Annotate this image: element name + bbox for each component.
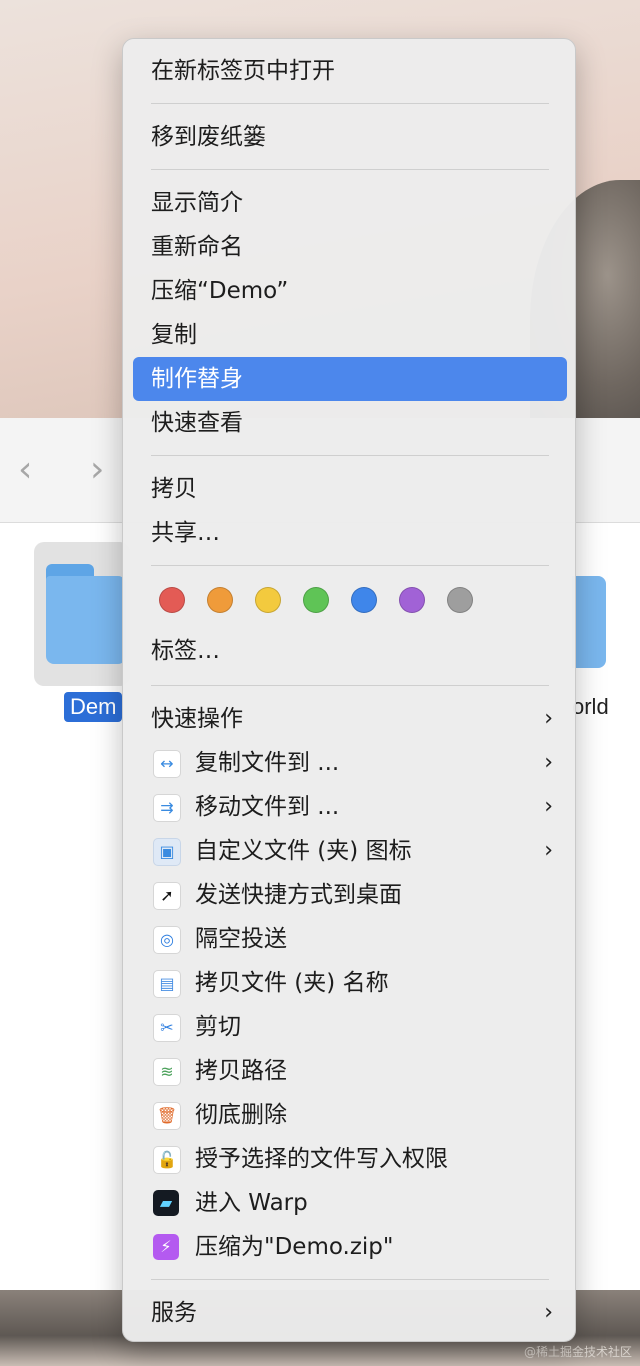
folder-body xyxy=(46,576,126,664)
folder-body xyxy=(572,576,606,668)
tag-purple-dot[interactable] xyxy=(399,587,425,613)
menu-item-label: 共享… xyxy=(151,520,220,546)
menu-item-duplicate[interactable]: 复制 xyxy=(133,313,567,357)
menu-item-label: 隔空投送 xyxy=(195,926,287,952)
warp-app-icon: ▰ xyxy=(153,1190,179,1216)
menu-item-label: 压缩“Demo” xyxy=(151,278,289,304)
menu-item-open-in-new-tab[interactable]: 在新标签页中打开 xyxy=(133,49,567,93)
menu-item-label: 显示简介 xyxy=(151,190,243,216)
menu-separator xyxy=(151,1279,549,1280)
menu-item-cut[interactable]: ✂ 剪切 xyxy=(133,1005,567,1049)
menu-item-move-to-trash[interactable]: 移到废纸篓 xyxy=(133,115,567,159)
folder-icon[interactable] xyxy=(572,576,606,668)
folder-icon[interactable] xyxy=(46,564,126,664)
shortcuts-app-icon: ⚡ xyxy=(153,1234,179,1260)
menu-item-tags[interactable]: 标签… xyxy=(133,629,567,673)
menu-item-quick-actions[interactable]: 快速操作 › xyxy=(133,697,567,741)
watermark: @稀土掘金技术社区 xyxy=(523,1345,632,1359)
custom-image-icon: ▣ xyxy=(153,838,181,866)
menu-separator xyxy=(151,685,549,686)
menu-item-services[interactable]: 服务 › xyxy=(133,1291,567,1335)
tag-red-dot[interactable] xyxy=(159,587,185,613)
menu-item-label: 复制 xyxy=(151,322,197,348)
menu-item-label: 重新命名 xyxy=(151,234,243,260)
menu-item-label: 在新标签页中打开 xyxy=(151,58,335,84)
menu-item-rename[interactable]: 重新命名 xyxy=(133,225,567,269)
context-menu: 在新标签页中打开 移到废纸篓 显示简介 重新命名 压缩“Demo” 复制 制作替… xyxy=(122,38,576,1342)
menu-item-label: 拷贝路径 xyxy=(195,1058,287,1084)
menu-item-copy[interactable]: 拷贝 xyxy=(133,467,567,511)
menu-item-label: 快速操作 xyxy=(151,706,243,732)
menu-item-copy-file-to[interactable]: ↔ 复制文件到 ... › xyxy=(133,741,567,785)
folder-name-label[interactable]: orld xyxy=(572,694,609,720)
menu-item-label: 移动文件到 ... xyxy=(195,794,340,820)
menu-item-share[interactable]: 共享… xyxy=(133,511,567,555)
menu-item-compress-zip[interactable]: ⚡ 压缩为"Demo.zip" xyxy=(133,1225,567,1269)
tag-green-dot[interactable] xyxy=(303,587,329,613)
chevron-right-icon: › xyxy=(544,706,553,731)
menu-item-quick-look[interactable]: 快速查看 xyxy=(133,401,567,445)
back-chevron-icon[interactable]: ‹ xyxy=(18,452,32,488)
menu-item-compress[interactable]: 压缩“Demo” xyxy=(133,269,567,313)
menu-item-copy-path[interactable]: ≋ 拷贝路径 xyxy=(133,1049,567,1093)
menu-item-label: 快速查看 xyxy=(151,410,243,436)
menu-item-label: 自定义文件 (夹) 图标 xyxy=(195,838,412,864)
chevron-right-icon: › xyxy=(544,1300,553,1325)
copy-arrows-icon: ↔ xyxy=(153,750,181,778)
menu-item-label: 制作替身 xyxy=(151,366,243,392)
menu-item-label: 彻底删除 xyxy=(195,1102,287,1128)
menu-item-label: 进入 Warp xyxy=(195,1190,308,1216)
menu-item-make-alias[interactable]: 制作替身 xyxy=(133,357,567,401)
path-icon: ≋ xyxy=(153,1058,181,1086)
menu-item-grant-permission[interactable]: 🔓 授予选择的文件写入权限 xyxy=(133,1137,567,1181)
menu-item-label: 拷贝 xyxy=(151,476,197,502)
menu-separator xyxy=(151,103,549,104)
menu-item-label: 复制文件到 ... xyxy=(195,750,340,776)
menu-separator xyxy=(151,169,549,170)
name-tag-icon: ▤ xyxy=(153,970,181,998)
menu-item-delete-forever[interactable]: 🗑 彻底删除 xyxy=(133,1093,567,1137)
menu-item-airdrop[interactable]: ◎ 隔空投送 xyxy=(133,917,567,961)
forward-chevron-icon[interactable]: › xyxy=(90,452,104,488)
menu-item-copy-name[interactable]: ▤ 拷贝文件 (夹) 名称 xyxy=(133,961,567,1005)
menu-item-custom-icon[interactable]: ▣ 自定义文件 (夹) 图标 › xyxy=(133,829,567,873)
scissors-icon: ✂ xyxy=(153,1014,181,1042)
folder-name-label[interactable]: Dem xyxy=(64,692,123,722)
tag-yellow-dot[interactable] xyxy=(255,587,281,613)
menu-item-label: 剪切 xyxy=(195,1014,241,1040)
airdrop-icon: ◎ xyxy=(153,926,181,954)
menu-item-enter-warp[interactable]: ▰ 进入 Warp xyxy=(133,1181,567,1225)
menu-separator xyxy=(151,565,549,566)
tag-gray-dot[interactable] xyxy=(447,587,473,613)
shortcut-arrow-icon: ➚ xyxy=(153,882,181,910)
menu-item-get-info[interactable]: 显示简介 xyxy=(133,181,567,225)
menu-separator xyxy=(151,455,549,456)
unlock-icon: 🔓 xyxy=(153,1146,181,1174)
chevron-right-icon: › xyxy=(544,750,553,775)
move-arrows-icon: ⇉ xyxy=(153,794,181,822)
menu-item-label: 服务 xyxy=(151,1300,197,1326)
menu-item-move-file-to[interactable]: ⇉ 移动文件到 ... › xyxy=(133,785,567,829)
tag-orange-dot[interactable] xyxy=(207,587,233,613)
menu-item-label: 移到废纸篓 xyxy=(151,124,266,150)
chevron-right-icon: › xyxy=(544,794,553,819)
chevron-right-icon: › xyxy=(544,838,553,863)
menu-item-label: 拷贝文件 (夹) 名称 xyxy=(195,970,389,996)
tag-blue-dot[interactable] xyxy=(351,587,377,613)
menu-item-send-shortcut[interactable]: ➚ 发送快捷方式到桌面 xyxy=(133,873,567,917)
menu-item-label: 压缩为"Demo.zip" xyxy=(195,1234,394,1260)
trash-icon: 🗑 xyxy=(153,1102,181,1130)
menu-item-label: 发送快捷方式到桌面 xyxy=(195,882,402,908)
menu-item-label: 授予选择的文件写入权限 xyxy=(195,1146,448,1172)
menu-item-label: 标签… xyxy=(151,638,220,664)
